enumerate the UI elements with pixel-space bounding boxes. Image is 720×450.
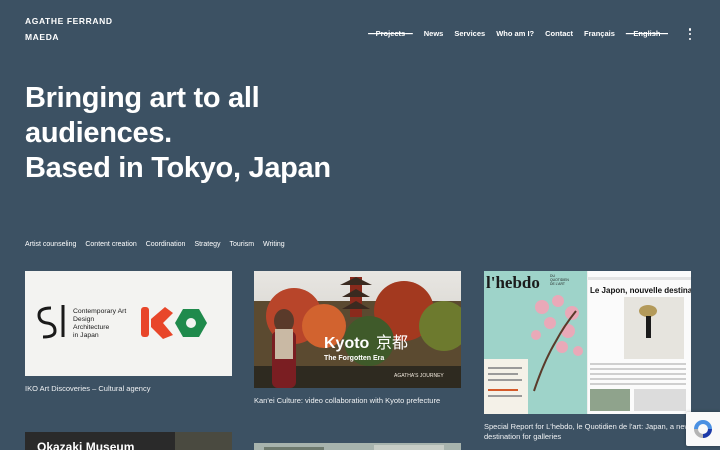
- kyoto-title-jp: 京都: [376, 333, 408, 352]
- project-caption: Kan'ei Culture: video collaboration with…: [254, 396, 441, 405]
- kyoto-subtitle: The Forgotten Era: [324, 355, 384, 362]
- project-card-kyoto[interactable]: Kyoto 京都 The Forgotten Era AGATHA'S JOUR…: [254, 271, 461, 406]
- project-thumbnail: Okazaki Museum: [25, 432, 232, 450]
- project-card-okazaki[interactable]: Okazaki Museum: [25, 432, 232, 450]
- project-thumbnail: l'hebdo DU QUOTIDIEN DE L'ART Le Japon, …: [484, 271, 691, 414]
- iko-logo-line-3: Architecture: [73, 324, 109, 331]
- kyoto-title: Kyoto: [324, 335, 370, 352]
- project-thumbnail: Contemporary Art Design Architecture in …: [25, 271, 232, 376]
- lhebdo-headline: Le Japon, nouvelle destination des galer…: [590, 286, 691, 295]
- site-logo[interactable]: AGATHE FERRAND MAEDA: [25, 13, 113, 45]
- hero-heading: Bringing art to all audiences. Based in …: [25, 81, 331, 186]
- iko-logo-line-4: in Japan: [73, 332, 99, 339]
- tag-tourism[interactable]: Tourism: [230, 241, 255, 248]
- tag-artist-counseling[interactable]: Artist counseling: [25, 241, 76, 248]
- hero-line-2: audiences.: [25, 117, 172, 149]
- project-card-lhebdo[interactable]: l'hebdo DU QUOTIDIEN DE L'ART Le Japon, …: [484, 271, 691, 442]
- nav-lang-english[interactable]: English: [626, 29, 668, 38]
- nav-services[interactable]: Services: [454, 29, 485, 38]
- nav-lang-french[interactable]: Français: [584, 29, 615, 38]
- okazaki-image: Okazaki Museum: [25, 432, 232, 450]
- tag-writing[interactable]: Writing: [263, 241, 285, 248]
- project-card-5[interactable]: [254, 443, 461, 450]
- project-card-iko[interactable]: Contemporary Art Design Architecture in …: [25, 271, 232, 394]
- project-thumbnail: Kyoto 京都 The Forgotten Era AGATHA'S JOUR…: [254, 271, 461, 388]
- category-filters: Artist counseling Content creation Coord…: [25, 241, 294, 248]
- nav-projects[interactable]: Projects: [368, 29, 413, 38]
- brand-line-1: AGATHE FERRAND: [25, 16, 113, 26]
- nav-who-am-i[interactable]: Who am I?: [496, 29, 534, 38]
- project-thumbnail: [254, 443, 461, 450]
- brand-line-2: MAEDA: [25, 32, 60, 42]
- iko-logo-line-1: Contemporary Art: [73, 308, 126, 315]
- okazaki-title: Okazaki Museum: [37, 440, 134, 450]
- recaptcha-badge[interactable]: [686, 412, 720, 446]
- iko-logo-line-2: Design: [73, 316, 94, 323]
- tag-coordination[interactable]: Coordination: [146, 241, 186, 248]
- more-menu-icon[interactable]: [687, 28, 693, 40]
- kyoto-video-image: Kyoto 京都 The Forgotten Era AGATHA'S JOUR…: [254, 271, 461, 388]
- main-nav: Projects News Services Who am I? Contact…: [357, 29, 668, 38]
- project-caption: Special Report for L'hebdo, le Quotidien…: [484, 422, 690, 441]
- hero-line-3: Based in Tokyo, Japan: [25, 152, 331, 184]
- project-caption: IKO Art Discoveries – Cultural agency: [25, 384, 151, 393]
- nav-contact[interactable]: Contact: [545, 29, 573, 38]
- lhebdo-masthead: l'hebdo: [486, 273, 540, 292]
- kyoto-credit: AGATHA'S JOURNEY: [394, 373, 444, 379]
- lhebdo-masthead-sub-3: DE L'ART: [550, 282, 565, 286]
- nav-news[interactable]: News: [424, 29, 444, 38]
- lhebdo-spread-image: l'hebdo DU QUOTIDIEN DE L'ART Le Japon, …: [484, 271, 691, 414]
- tag-strategy[interactable]: Strategy: [194, 241, 220, 248]
- project-5-image: [254, 443, 461, 450]
- tag-content-creation[interactable]: Content creation: [85, 241, 136, 248]
- recaptcha-icon: [694, 420, 712, 438]
- hero-line-1: Bringing art to all: [25, 82, 260, 114]
- iko-logo: Contemporary Art Design Architecture in …: [37, 305, 207, 339]
